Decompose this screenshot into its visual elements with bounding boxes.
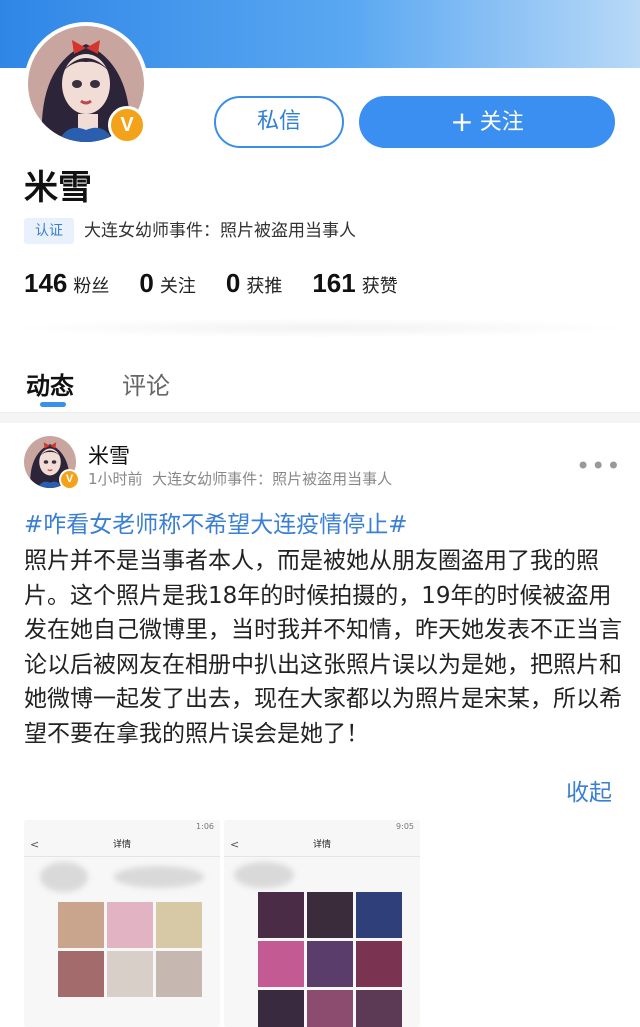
post-time: 1小时前 bbox=[88, 470, 143, 488]
follow-button[interactable]: + 关注 bbox=[359, 96, 615, 148]
image-thumbnail-grid bbox=[258, 892, 402, 1027]
image-status-time: 1:06 bbox=[196, 822, 214, 831]
more-icon[interactable]: ••• bbox=[576, 452, 621, 480]
image-status-time: 9:05 bbox=[396, 822, 414, 831]
image-thumbnail-grid bbox=[58, 902, 202, 997]
stat-label: 获赞 bbox=[361, 276, 398, 297]
blurred-region bbox=[40, 862, 88, 892]
stat-followers[interactable]: 146 粉丝 bbox=[24, 268, 109, 299]
post-body: 照片并不是当事者本人，而是被她从朋友圈盗用了我的照片。这个照片是我18年的时候拍… bbox=[24, 548, 622, 747]
profile-tabs: 动态 评论 bbox=[0, 360, 640, 413]
stat-number: 0 bbox=[139, 268, 154, 298]
post-author-avatar[interactable]: V bbox=[24, 436, 80, 490]
tab-active-indicator bbox=[40, 402, 66, 407]
image-status-bar: 9:05 bbox=[224, 820, 420, 834]
profile-stats: 146 粉丝 0 关注 0 获推 161 获赞 bbox=[24, 268, 428, 299]
image-nav-bar: < 详情 bbox=[24, 834, 220, 857]
verification-tag: 认证 bbox=[24, 218, 74, 244]
stat-recommended[interactable]: 0 获推 bbox=[226, 268, 282, 299]
post-author-name[interactable]: 米雪 bbox=[88, 440, 130, 470]
post-image[interactable]: 1:06 < 详情 bbox=[24, 820, 220, 1027]
stat-likes[interactable]: 161 获赞 bbox=[312, 268, 397, 299]
post-topic-link[interactable]: #咋看女老师称不希望大连疫情停止# bbox=[24, 508, 624, 543]
post-meta: 1小时前 大连女幼师事件：照片被盗用当事人 bbox=[88, 468, 392, 489]
blurred-region bbox=[114, 866, 204, 888]
stat-number: 161 bbox=[312, 268, 356, 298]
follow-label: 关注 bbox=[479, 110, 524, 135]
stat-following[interactable]: 0 关注 bbox=[139, 268, 195, 299]
stat-label: 获推 bbox=[246, 276, 283, 297]
profile-avatar[interactable]: V bbox=[24, 22, 148, 146]
image-nav-title: 详情 bbox=[312, 840, 331, 850]
tab-comments[interactable]: 评论 bbox=[122, 366, 170, 401]
section-shadow bbox=[0, 318, 640, 338]
section-divider bbox=[0, 413, 640, 423]
stat-label: 关注 bbox=[159, 276, 196, 297]
image-status-bar: 1:06 bbox=[24, 820, 220, 834]
private-message-button[interactable]: 私信 bbox=[214, 96, 344, 148]
verification-description: 大连女幼师事件：照片被盗用当事人 bbox=[84, 221, 356, 241]
vip-badge-icon: V bbox=[59, 469, 80, 490]
stat-number: 146 bbox=[24, 268, 68, 298]
post-image[interactable]: 9:05 < 详情 bbox=[224, 820, 420, 1027]
tab-posts[interactable]: 动态 bbox=[26, 366, 74, 401]
plus-icon: + bbox=[450, 105, 474, 138]
profile-name: 米雪 bbox=[24, 168, 92, 208]
stat-number: 0 bbox=[225, 268, 241, 298]
stat-label: 粉丝 bbox=[73, 276, 110, 297]
image-nav-bar: < 详情 bbox=[224, 834, 420, 857]
back-arrow-icon: < bbox=[230, 838, 240, 851]
image-nav-title: 详情 bbox=[112, 840, 131, 850]
post-source: 大连女幼师事件：照片被盗用当事人 bbox=[152, 470, 393, 488]
back-arrow-icon: < bbox=[30, 838, 40, 851]
vip-badge-icon: V bbox=[108, 106, 146, 144]
blurred-region bbox=[234, 862, 294, 888]
collapse-link[interactable]: 收起 bbox=[566, 776, 612, 810]
